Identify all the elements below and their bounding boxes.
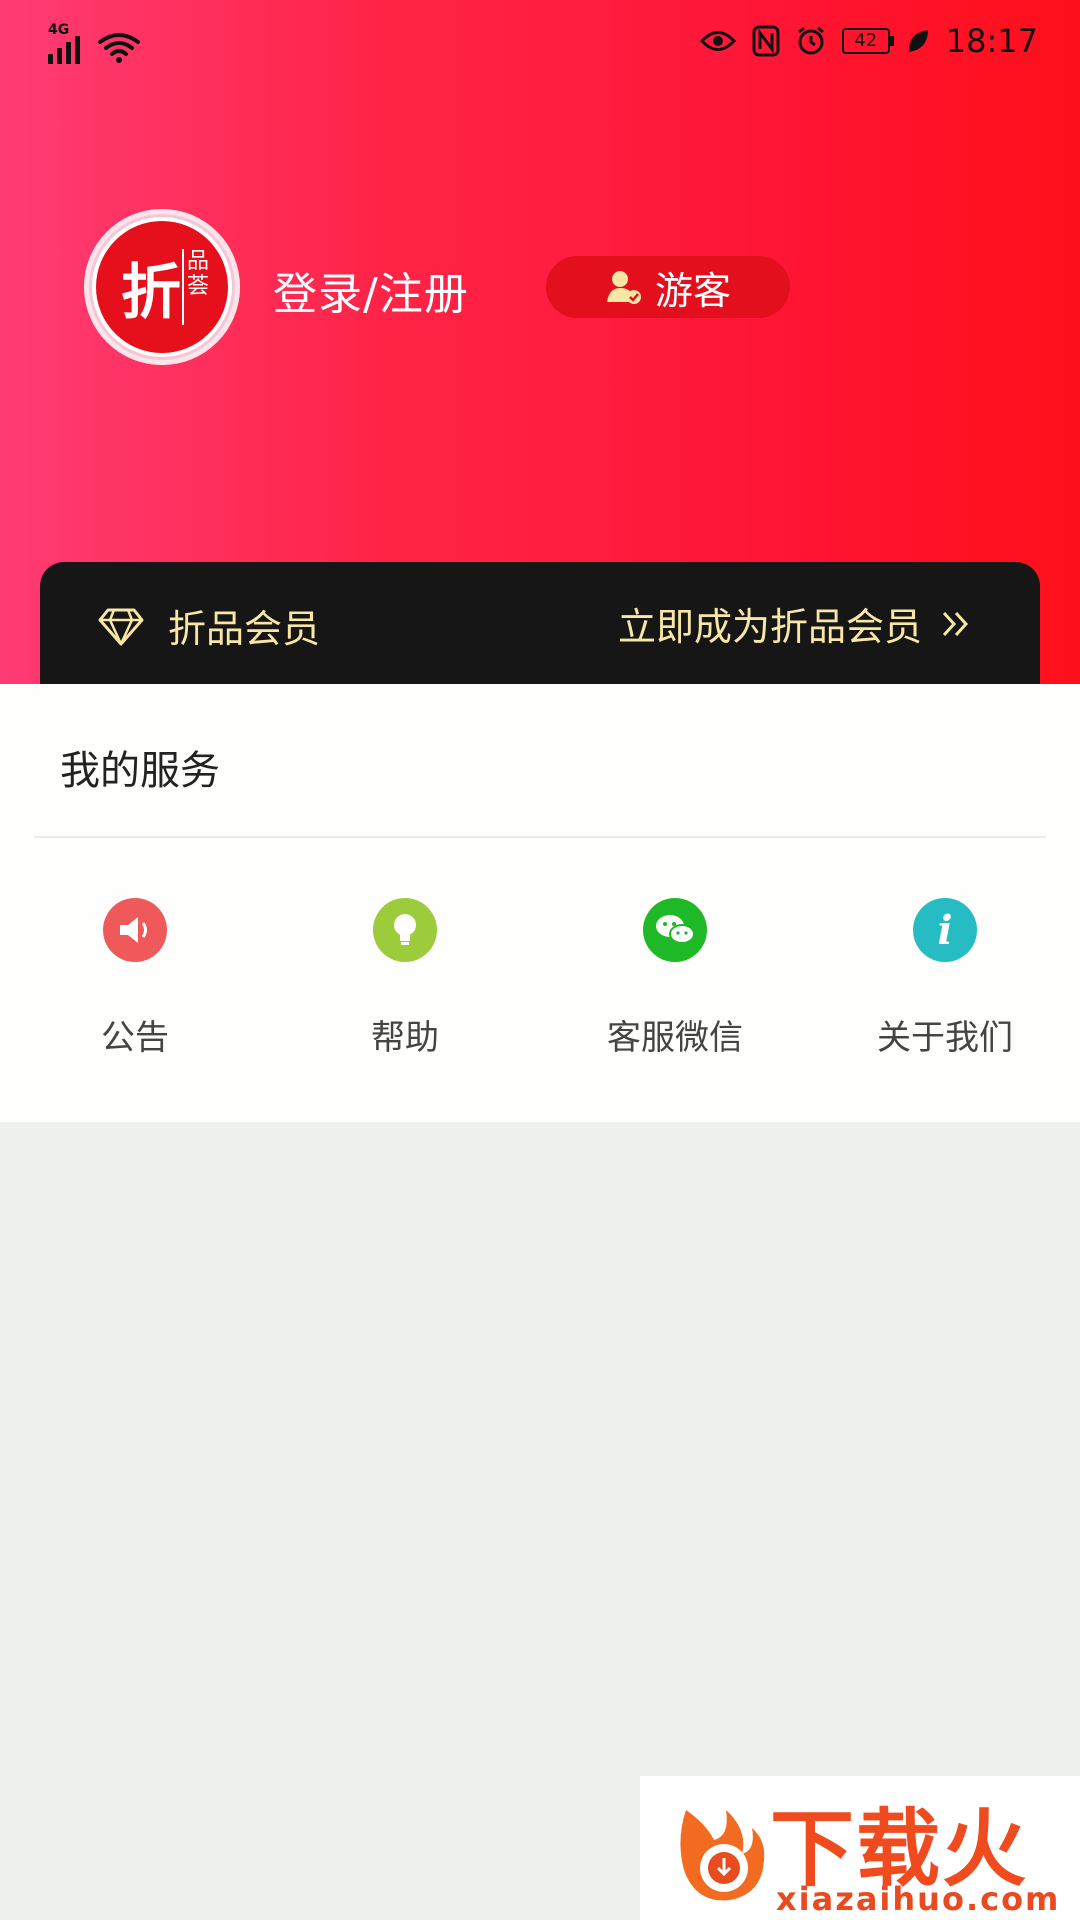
info-icon: i xyxy=(913,898,977,962)
alarm-icon xyxy=(797,26,824,55)
member-cta-label: 立即成为折品会员 xyxy=(617,605,922,649)
avatar-logo: 折 品荟 xyxy=(96,221,228,353)
services-grid: 公告 帮助 客服微信 i 关于我们 xyxy=(0,898,1080,1098)
flame-logo-icon xyxy=(680,1810,765,1901)
battery-icon: 42 xyxy=(841,28,894,54)
status-left: 4G xyxy=(48,22,140,64)
status-right: 42 18:17 xyxy=(699,22,1038,60)
service-label: 客服微信 xyxy=(607,1018,743,1058)
wifi-icon xyxy=(98,33,140,63)
service-announcement[interactable]: 公告 xyxy=(25,898,245,1059)
member-bar[interactable]: 折品会员 立即成为折品会员 xyxy=(40,562,1040,684)
member-title: 折品会员 xyxy=(168,607,321,651)
member-title-group: 折品会员 xyxy=(98,598,320,653)
avatar-main-char: 折 xyxy=(121,257,181,328)
watermark-domain: xiazaihuo.com xyxy=(776,1880,1061,1918)
user-check-icon xyxy=(606,271,641,304)
signal-icon: 4G xyxy=(48,22,80,64)
nfc-icon xyxy=(752,25,780,57)
lightbulb-icon xyxy=(373,898,437,962)
profile-page: 4G 42 18:17 折 品荟 登录/注册 游客 折品会员 立即成为折品会员 … xyxy=(0,0,1080,1920)
wechat-icon xyxy=(643,898,707,962)
guest-badge[interactable]: 游客 xyxy=(546,256,790,318)
guest-label: 游客 xyxy=(654,268,731,313)
my-services-card: 我的服务 公告 帮助 客服微信 i 关于我们 xyxy=(0,684,1080,1122)
speaker-icon xyxy=(103,898,167,962)
network-type: 4G xyxy=(48,22,70,38)
service-label: 关于我们 xyxy=(877,1018,1013,1058)
member-cta[interactable]: 立即成为折品会员 xyxy=(618,596,970,651)
watermark: 下载火 xiazaihuo.com xyxy=(640,1776,1080,1920)
status-bar: 4G 42 18:17 xyxy=(0,0,1080,80)
service-wechat[interactable]: 客服微信 xyxy=(565,898,785,1059)
service-about-us[interactable]: i 关于我们 xyxy=(835,898,1055,1059)
services-title: 我的服务 xyxy=(60,748,220,794)
profile-header: 4G 42 18:17 折 品荟 登录/注册 游客 折品会员 立即成为折品会员 xyxy=(0,0,1080,684)
leaf-icon xyxy=(908,30,928,52)
service-label: 公告 xyxy=(101,1018,169,1058)
diamond-icon xyxy=(98,608,144,645)
avatar[interactable]: 折 品荟 xyxy=(84,209,240,365)
double-chevron-right-icon xyxy=(942,611,969,636)
login-register-link[interactable]: 登录/注册 xyxy=(273,258,469,322)
divider xyxy=(34,836,1046,838)
status-time: 18:17 xyxy=(945,22,1038,60)
eye-icon xyxy=(699,31,736,51)
service-label: 帮助 xyxy=(371,1018,439,1058)
service-help[interactable]: 帮助 xyxy=(295,898,515,1059)
avatar-side-chars: 品荟 xyxy=(182,249,212,325)
